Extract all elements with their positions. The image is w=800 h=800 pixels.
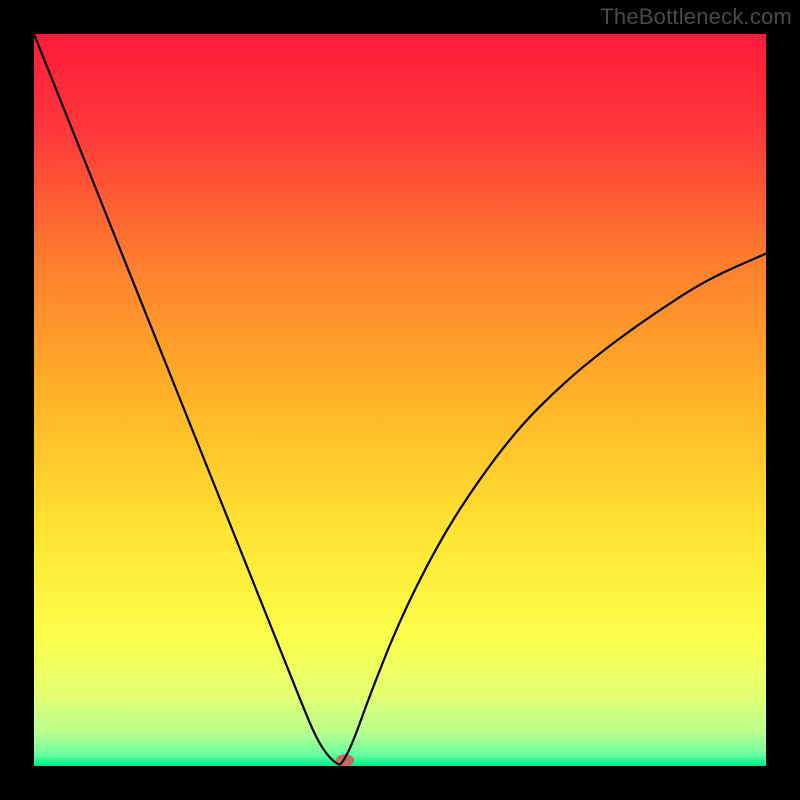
watermark-text: TheBottleneck.com (600, 4, 792, 30)
chart-container: TheBottleneck.com (0, 0, 800, 800)
bottleneck-curve-plot (0, 0, 800, 800)
plot-background (34, 34, 766, 766)
